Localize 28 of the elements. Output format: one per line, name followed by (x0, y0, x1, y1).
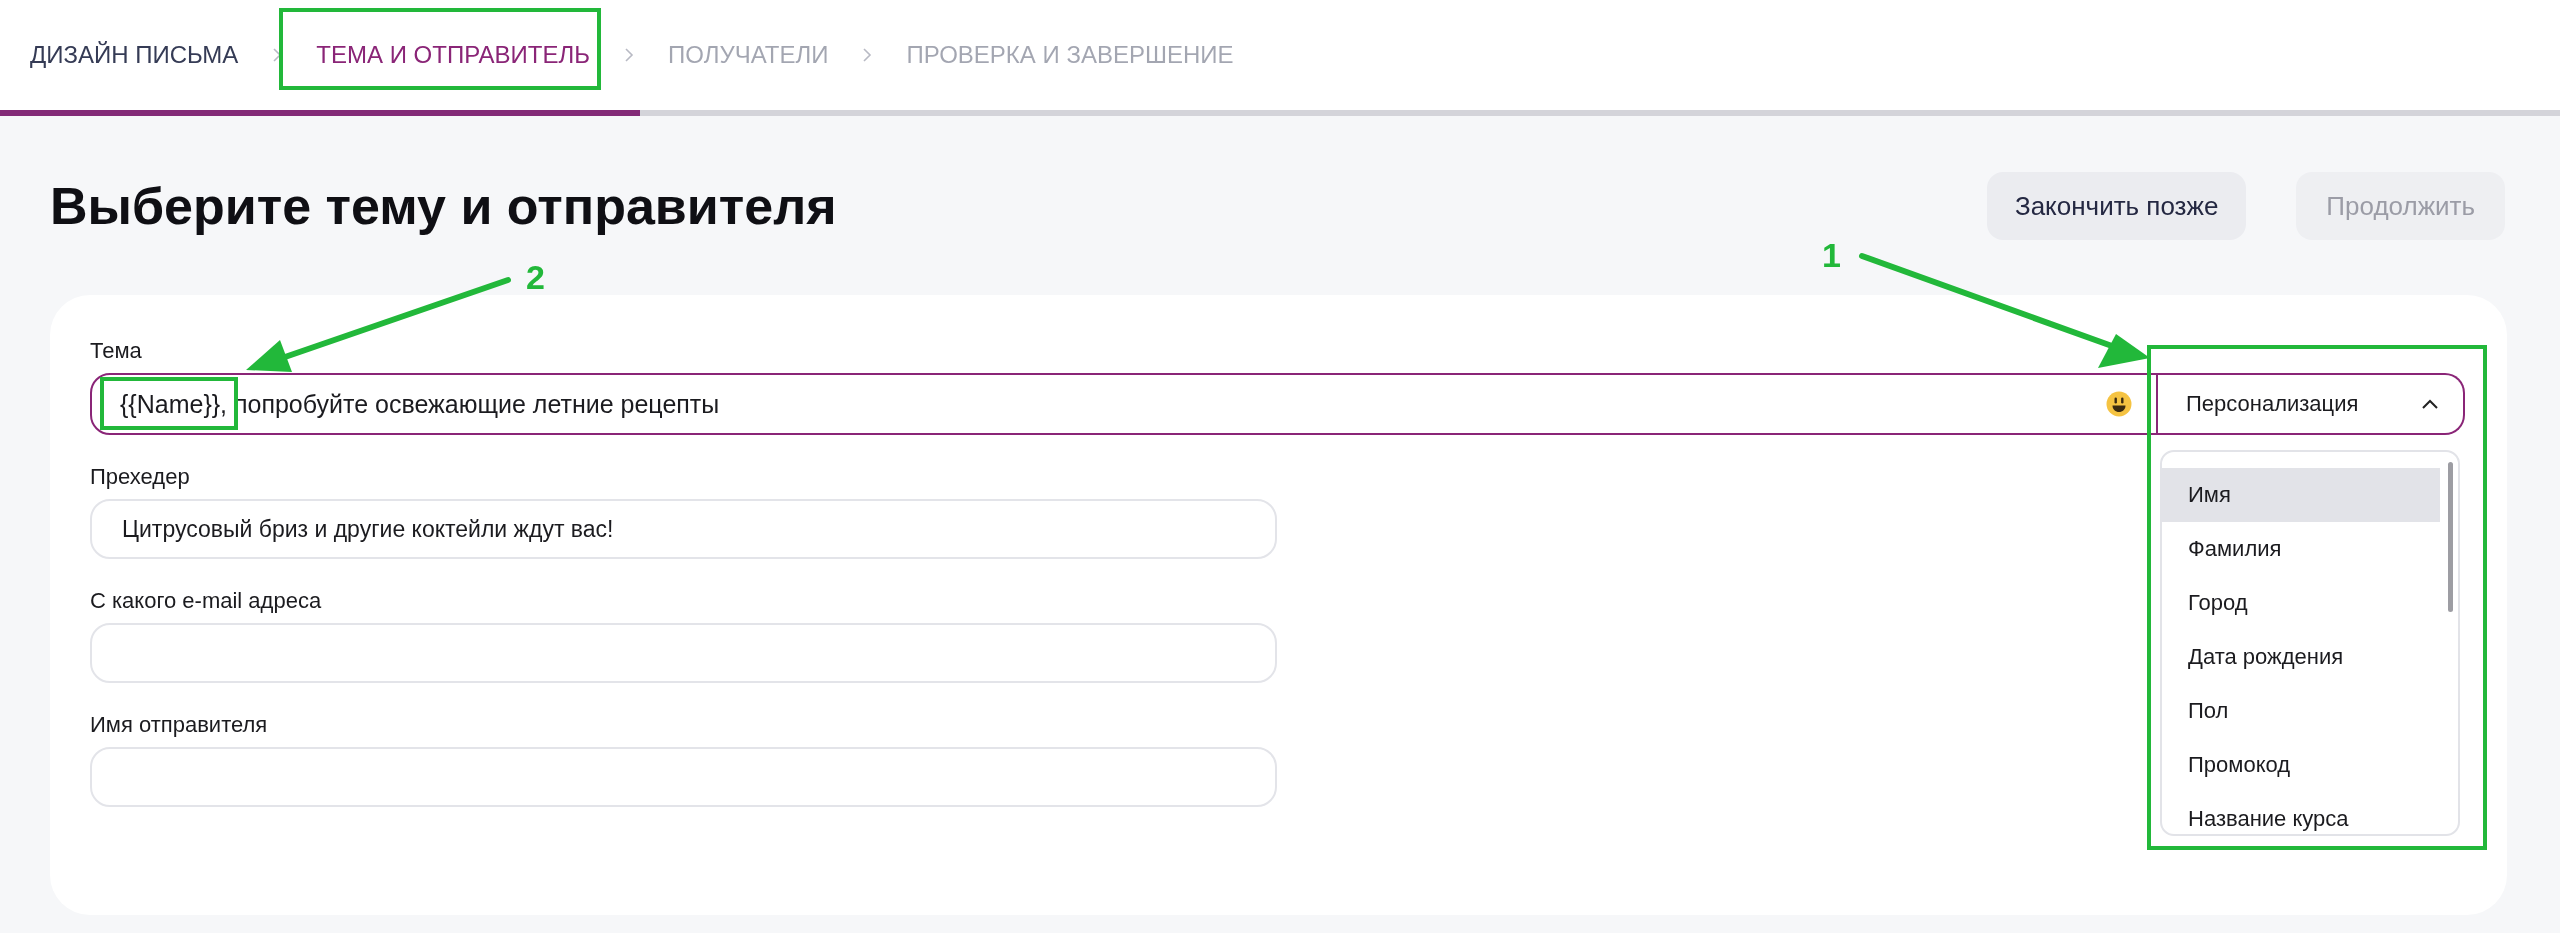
page-title: Выберите тему и отправителя (50, 176, 837, 236)
field-label: Прехедер (90, 463, 190, 491)
subject-field[interactable]: {{Name}}, попробуйте освежающие летние рецепты (90, 373, 2158, 435)
finish-later-button[interactable]: Закончить позже (1986, 172, 2247, 240)
annotation-number: 2 (526, 258, 545, 297)
field-value: Цитрусовый бриз и другие коктейли ждут вас! (122, 515, 614, 543)
chevron-icon (862, 47, 873, 63)
field-label: Тема (90, 337, 142, 365)
field-label: С какого e-mail адреса (90, 587, 322, 615)
breadcrumb-step[interactable]: ТЕМА И ОТПРАВИТЕЛЬ (316, 41, 590, 69)
breadcrumb-step[interactable]: ДИЗАЙН ПИСЬМА (30, 41, 239, 69)
text-field[interactable] (90, 747, 1277, 807)
menu-item[interactable]: Имя (2162, 468, 2440, 522)
text-field[interactable]: Цитрусовый бриз и другие коктейли ждут вас! (90, 499, 1277, 559)
menu-item[interactable]: Город (2162, 576, 2440, 630)
emoji-icon[interactable] (2106, 391, 2132, 417)
subject-value: {{Name}}, попробуйте освежающие летние рецепты (120, 389, 720, 419)
field-label: Имя отправителя (90, 711, 268, 739)
chevron-icon (624, 47, 634, 63)
text-field[interactable] (90, 623, 1277, 683)
scrollbar[interactable] (2448, 462, 2453, 612)
menu-item[interactable]: Пол (2162, 684, 2440, 738)
personalization-dropdown[interactable]: Персонализация (2158, 373, 2465, 435)
annotation-number: 1 (1822, 236, 1841, 275)
menu-item[interactable]: Промокод (2162, 738, 2440, 792)
menu-item[interactable]: Дата рождения (2162, 630, 2440, 684)
menu-item[interactable]: Название курса (2162, 792, 2440, 834)
menu-item[interactable]: Фамилия (2162, 522, 2440, 576)
